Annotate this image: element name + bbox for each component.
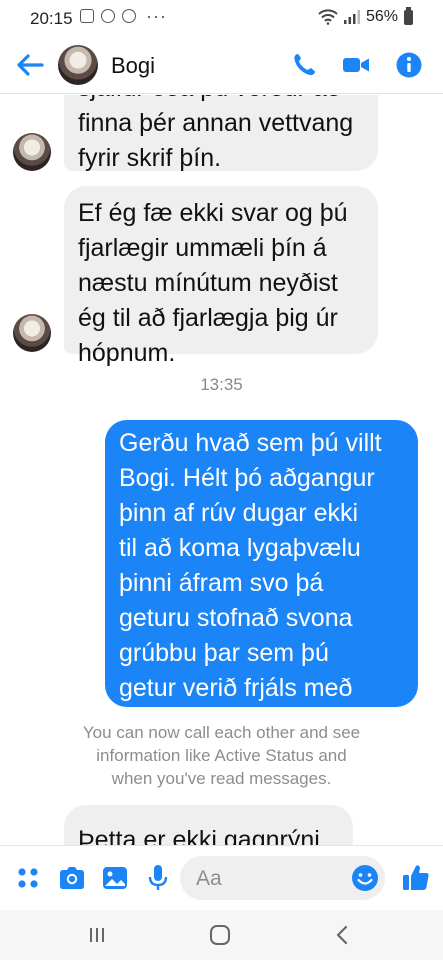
more-notifications-indicator: ··· [146,6,167,26]
message-line: fjarlægir ummæli þín á [78,234,327,262]
message-list[interactable]: sjálfur eða þú verður að finna þér annan… [0,95,443,845]
message-line: getur verið frjáls með [119,674,353,702]
incoming-message[interactable]: Ef ég fæ ekki svar og þú fjarlægir ummæl… [64,186,378,367]
recent-apps-icon[interactable] [84,923,110,947]
outgoing-message[interactable]: Gerðu hvað sem þú villt Bogi. Hélt þó að… [105,420,418,737]
image-icon[interactable] [100,863,130,893]
message-line: Bogi. Hélt þó aðgangur [119,464,375,492]
sender-avatar[interactable] [13,133,51,171]
home-icon[interactable] [207,923,233,947]
message-line: ég til að fjarlægja þig úr [78,304,338,332]
message-line: fyrir skrif þín. [78,144,222,172]
incoming-message[interactable]: sjálfur eða þú verður að finna þér annan… [64,95,378,172]
message-composer: Aa [0,845,443,910]
wifi-icon [318,9,338,25]
four-dots-icon[interactable] [13,863,43,893]
message-line: grúbbu þar sem þú [119,639,329,667]
system-navigation-bar [0,910,443,960]
gallery-notification-icon [80,9,94,23]
message-line: finna þér annan vettvang [78,109,354,137]
smiley-icon[interactable] [350,863,380,893]
incoming-message[interactable]: Þetta er ekki gagnrýni, [64,805,353,845]
info-icon[interactable] [393,50,425,80]
back-arrow-icon[interactable] [14,50,46,80]
facebook-notification-icon [101,9,115,23]
message-line: sjálfur eða þú verður að [78,95,364,106]
conversation-header: Bogi [0,36,443,94]
notification-icons [80,9,136,23]
message-line: Þetta er ekki gagnrýni, [78,826,327,845]
video-camera-icon[interactable] [340,50,372,80]
message-line: til að koma lygaþvælu [119,534,361,562]
contact-name[interactable]: Bogi [111,53,155,79]
message-timestamp: 13:35 [200,375,243,394]
message-input-placeholder: Aa [196,867,222,890]
signal-icon [343,10,360,24]
phone-icon[interactable] [289,50,321,80]
message-line: Ef ég fæ ekki svar og þú [78,199,348,227]
message-line: þinni áfram svo þá [119,569,324,597]
notice-line: You can now call each other and see [82,723,361,742]
notice-line: information like Active Status and [96,746,347,765]
status-right: 56% [318,6,413,26]
camera-icon[interactable] [57,863,87,893]
message-line: næstu mínútum neyðist [78,269,338,297]
system-notice: You can now call each other and see info… [40,721,403,790]
messenger-notification-icon [122,9,136,23]
microphone-icon[interactable] [143,863,173,893]
sender-avatar[interactable] [13,314,51,352]
message-line: hópnum. [78,339,176,367]
message-line: þinn af rúv dugar ekki [119,499,359,527]
battery-icon [404,6,413,25]
message-line: geturu stofnað svona [119,604,353,632]
back-chevron-icon[interactable] [330,923,356,947]
battery-percent: 56% [365,8,398,25]
notice-line: when you've read messages. [111,769,332,788]
status-time: 20:15 [30,9,73,28]
message-line: Gerðu hvað sem þú villt [119,429,382,457]
status-bar: 20:15 ··· 56% [0,0,443,36]
contact-avatar[interactable] [58,45,98,85]
thumbs-up-icon[interactable] [401,861,431,893]
